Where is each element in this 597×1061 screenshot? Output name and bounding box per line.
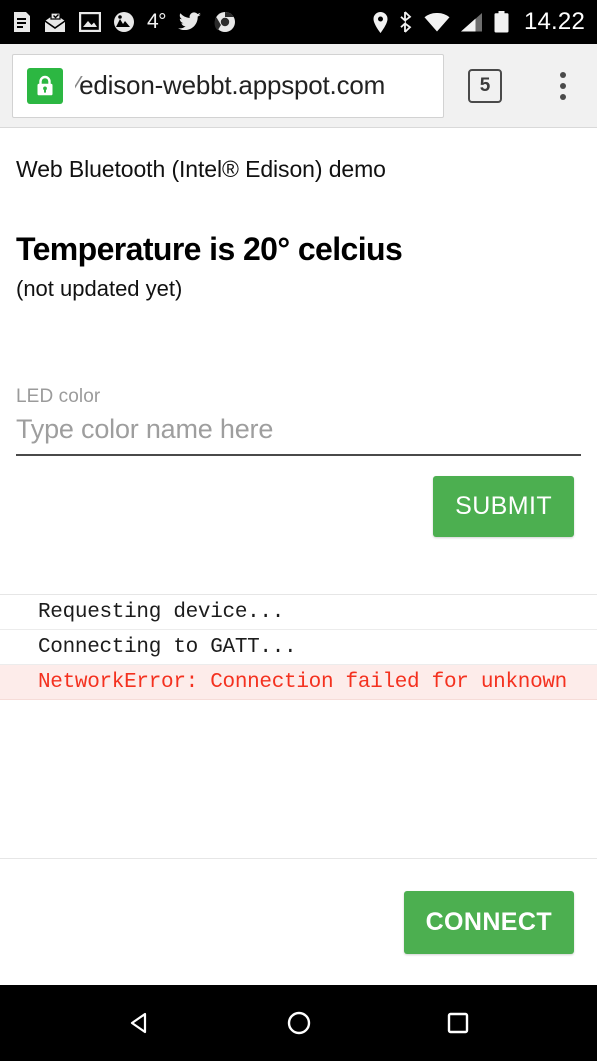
url-host: edison-webbt.appspot.com bbox=[79, 70, 386, 100]
location-icon bbox=[373, 11, 388, 33]
log-row: Requesting device... bbox=[0, 595, 597, 630]
more-vertical-icon[interactable] bbox=[549, 69, 577, 103]
android-status-bar: 4° 14.22 bbox=[0, 0, 597, 44]
status-notification-icons: 4° bbox=[12, 10, 236, 34]
back-triangle-icon[interactable] bbox=[110, 993, 170, 1053]
log-row bbox=[0, 700, 597, 735]
weather-app-icon bbox=[113, 11, 135, 33]
page-title: Web Bluetooth (Intel® Edison) demo bbox=[16, 156, 386, 182]
page-top-section: Web Bluetooth (Intel® Edison) demo Tempe… bbox=[0, 128, 597, 456]
status-clock: 14.22 bbox=[523, 8, 585, 35]
tab-counter-button[interactable]: 5 bbox=[468, 68, 502, 103]
url-bar[interactable]: ⁄edison-webbt.appspot.com bbox=[12, 53, 444, 118]
web-page-content: Web Bluetooth (Intel® Edison) demo Tempe… bbox=[0, 128, 597, 985]
android-nav-bar bbox=[0, 985, 597, 1061]
submit-button[interactable]: SUBMIT bbox=[433, 476, 574, 537]
log-row: Connecting to GATT... bbox=[0, 630, 597, 665]
recents-square-icon[interactable] bbox=[428, 993, 488, 1053]
lock-icon[interactable] bbox=[27, 67, 63, 104]
page-footer: CONNECT bbox=[0, 858, 597, 985]
photo-icon bbox=[79, 12, 101, 32]
led-color-label: LED color bbox=[16, 386, 101, 407]
url-text[interactable]: ⁄edison-webbt.appspot.com bbox=[75, 70, 385, 101]
temperature-heading: Temperature is 20° celcius bbox=[16, 231, 403, 267]
phone-screen: 4° 14.22 ⁄edison-webbt.appspot.com 5 Web… bbox=[0, 0, 597, 1061]
mail-open-icon bbox=[44, 11, 67, 33]
connect-button[interactable]: CONNECT bbox=[403, 890, 574, 954]
status-system-icons: 14.22 bbox=[373, 8, 585, 36]
wifi-icon bbox=[424, 12, 450, 32]
bluetooth-icon bbox=[399, 11, 413, 33]
log-row-error: NetworkError: Connection failed for unkn… bbox=[0, 665, 597, 700]
log-console[interactable]: Requesting device... Connecting to GATT.… bbox=[0, 594, 597, 858]
home-circle-icon[interactable] bbox=[269, 993, 329, 1053]
news-icon bbox=[12, 11, 32, 33]
menu-dot bbox=[560, 93, 566, 100]
battery-icon bbox=[494, 11, 509, 33]
status-temperature: 4° bbox=[147, 10, 167, 33]
twitter-icon bbox=[178, 12, 202, 32]
led-color-input[interactable] bbox=[16, 408, 581, 456]
menu-dot bbox=[560, 82, 566, 89]
menu-dot bbox=[560, 71, 566, 78]
submit-row: SUBMIT bbox=[0, 456, 597, 537]
led-color-field: LED color bbox=[16, 302, 581, 456]
chrome-icon bbox=[214, 11, 236, 33]
browser-toolbar: ⁄edison-webbt.appspot.com 5 bbox=[0, 44, 597, 128]
temperature-status: (not updated yet) bbox=[16, 276, 183, 301]
cell-signal-icon bbox=[460, 12, 483, 32]
